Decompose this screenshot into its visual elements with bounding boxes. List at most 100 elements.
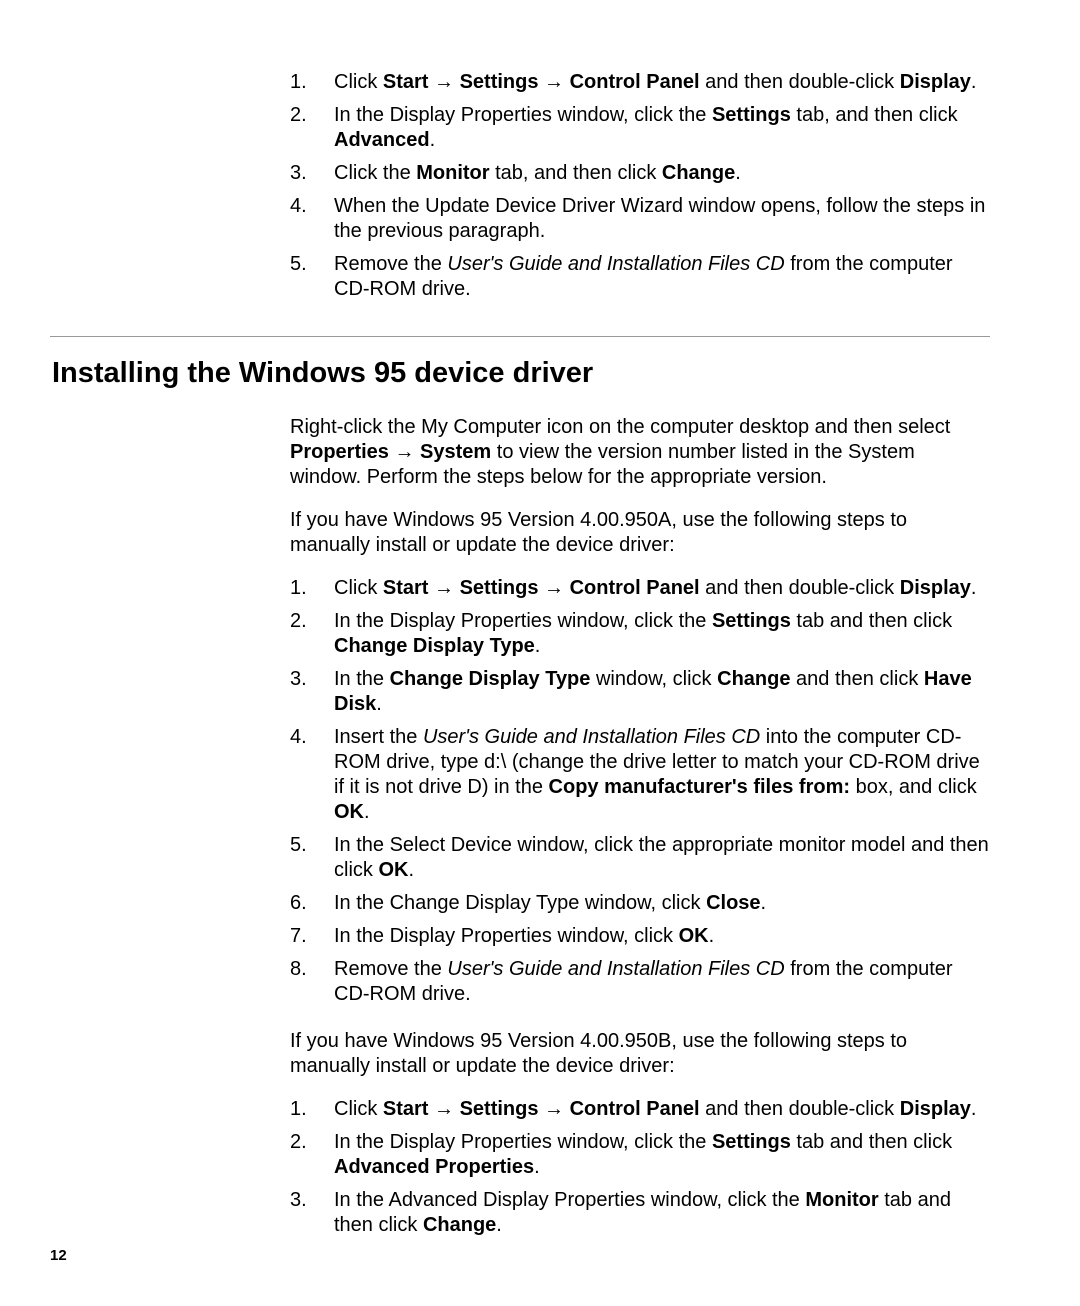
list-item: 5.Remove the User's Guide and Installati…: [290, 252, 990, 302]
text-run: tab and then click: [791, 610, 952, 632]
text-run: When the Update Device Driver Wizard win…: [334, 195, 985, 242]
list-item: 4.When the Update Device Driver Wizard w…: [290, 194, 990, 244]
list-item: 1.Click Start → Settings → Control Panel…: [290, 1097, 990, 1122]
list-item-body: In the Display Properties window, click …: [334, 103, 990, 153]
text-run: and then double-click: [700, 577, 900, 599]
list-item: 5.In the Select Device window, click the…: [290, 833, 990, 883]
bold-text: Change: [423, 1214, 496, 1236]
list-item-number: 3.: [290, 161, 334, 186]
list-item-number: 2.: [290, 609, 334, 634]
text-run: .: [430, 129, 436, 151]
arrow-icon: →: [434, 1098, 460, 1120]
text-run: In the: [334, 668, 390, 690]
list-item: 2.In the Display Properties window, clic…: [290, 609, 990, 659]
text-run: tab, and then click: [791, 104, 958, 126]
text-run: In the Display Properties window, click: [334, 925, 679, 947]
document-page: 1.Click Start → Settings → Control Panel…: [0, 0, 1080, 1306]
list-item-body: Remove the User's Guide and Installation…: [334, 252, 990, 302]
list-item-body: When the Update Device Driver Wizard win…: [334, 194, 990, 244]
text-run: and then click: [790, 668, 923, 690]
arrow-icon: →: [394, 441, 420, 463]
section-divider: [50, 336, 990, 337]
list-item-number: 6.: [290, 891, 334, 916]
version-b-paragraph: If you have Windows 95 Version 4.00.950B…: [290, 1029, 990, 1079]
bold-text: Advanced Properties: [334, 1156, 534, 1178]
list-item: 1.Click Start → Settings → Control Panel…: [290, 70, 990, 95]
list-item: 4.Insert the User's Guide and Installati…: [290, 725, 990, 825]
bold-text: Monitor: [805, 1189, 878, 1211]
text-run: In the Display Properties window, click …: [334, 104, 712, 126]
bold-text: Settings: [460, 1098, 544, 1120]
text-run: .: [408, 859, 414, 881]
italic-text: User's Guide and Installation Files CD: [447, 253, 784, 275]
list-item-body: In the Change Display Type window, click…: [334, 667, 990, 717]
bold-text: Settings: [460, 577, 544, 599]
list-item: 3.In the Advanced Display Properties win…: [290, 1188, 990, 1238]
bold-text: OK: [334, 801, 364, 823]
list-item-number: 2.: [290, 103, 334, 128]
arrow-icon: →: [544, 577, 570, 599]
arrow-icon: →: [434, 577, 460, 599]
list-item-body: In the Select Device window, click the a…: [334, 833, 990, 883]
bold-text: System: [420, 441, 491, 463]
list-item-body: In the Change Display Type window, click…: [334, 891, 990, 916]
bold-text: Display: [900, 71, 971, 93]
list-item-body: In the Display Properties window, click …: [334, 609, 990, 659]
text-run: .: [761, 892, 767, 914]
list-item-body: In the Display Properties window, click …: [334, 924, 990, 949]
bold-text: Copy manufacturer's files from:: [549, 776, 850, 798]
bold-text: Start: [383, 577, 434, 599]
version-a-paragraph: If you have Windows 95 Version 4.00.950A…: [290, 508, 990, 558]
bold-text: Change Display Type: [390, 668, 591, 690]
bold-text: Display: [900, 1098, 971, 1120]
ordered-list-version-a: 1.Click Start → Settings → Control Panel…: [290, 576, 990, 1007]
text-run: Click the: [334, 162, 416, 184]
bold-text: Start: [383, 1098, 434, 1120]
text-run: .: [534, 1156, 540, 1178]
text-run: .: [971, 1098, 977, 1120]
list-item-body: Click Start → Settings → Control Panel a…: [334, 1097, 990, 1122]
bold-text: Change Display Type: [334, 635, 535, 657]
list-item-body: Insert the User's Guide and Installation…: [334, 725, 990, 825]
bold-text: Control Panel: [570, 1098, 700, 1120]
text-run: .: [971, 577, 977, 599]
bold-text: Monitor: [416, 162, 489, 184]
list-item: 1.Click Start → Settings → Control Panel…: [290, 576, 990, 601]
list-item-body: Remove the User's Guide and Installation…: [334, 957, 990, 1007]
bold-text: Change: [717, 668, 790, 690]
section-heading: Installing the Windows 95 device driver: [52, 355, 990, 391]
list-item-number: 2.: [290, 1130, 334, 1155]
arrow-icon: →: [544, 71, 570, 93]
text-run: .: [376, 693, 382, 715]
text-run: In the Display Properties window, click …: [334, 610, 712, 632]
italic-text: User's Guide and Installation Files CD: [423, 726, 760, 748]
text-run: tab, and then click: [490, 162, 662, 184]
bold-text: Properties: [290, 441, 394, 463]
bold-text: Settings: [712, 104, 791, 126]
list-item-number: 1.: [290, 70, 334, 95]
text-run: box, and click: [850, 776, 977, 798]
text-run: .: [735, 162, 741, 184]
list-item-number: 3.: [290, 667, 334, 692]
text-run: and then double-click: [700, 71, 900, 93]
list-item: 3.In the Change Display Type window, cli…: [290, 667, 990, 717]
text-run: Click: [334, 71, 383, 93]
bold-text: Advanced: [334, 129, 430, 151]
text-run: .: [971, 71, 977, 93]
bold-text: Settings: [712, 610, 791, 632]
intro-paragraph: Right-click the My Computer icon on the …: [290, 415, 990, 490]
list-item: 6.In the Change Display Type window, cli…: [290, 891, 990, 916]
bold-text: OK: [679, 925, 709, 947]
list-item-number: 8.: [290, 957, 334, 982]
list-item-body: In the Display Properties window, click …: [334, 1130, 990, 1180]
list-item-body: Click Start → Settings → Control Panel a…: [334, 70, 990, 95]
arrow-icon: →: [544, 1098, 570, 1120]
text-run: Click: [334, 1098, 383, 1120]
text-run: and then double-click: [700, 1098, 900, 1120]
text-run: In the Select Device window, click the a…: [334, 834, 989, 881]
list-item-number: 1.: [290, 576, 334, 601]
section-body: Right-click the My Computer icon on the …: [290, 415, 990, 1238]
text-run: Click: [334, 577, 383, 599]
list-item-number: 4.: [290, 725, 334, 750]
list-item-number: 1.: [290, 1097, 334, 1122]
